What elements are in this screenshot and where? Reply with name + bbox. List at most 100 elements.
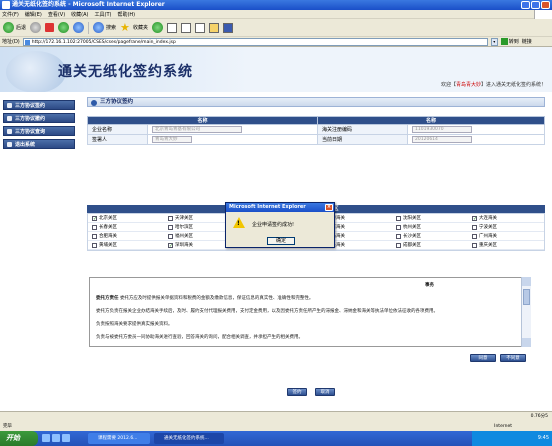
mail-button[interactable] <box>167 22 178 33</box>
window-title: 通关无纸化签约系统 - Microsoft Internet Explorer <box>12 1 165 8</box>
customs-label: 宁波关区 <box>479 225 497 230</box>
scroll-down-button[interactable] <box>522 338 531 347</box>
customs-option[interactable]: 长沙关区 <box>392 232 468 241</box>
customs-option[interactable]: 杭州关区 <box>392 223 468 232</box>
date-field[interactable]: 20120614 <box>412 136 472 143</box>
menu-file[interactable]: 文件(F) <box>2 11 19 18</box>
close-button[interactable] <box>541 1 550 9</box>
menu-view[interactable]: 查看(V) <box>48 11 65 18</box>
history-icon <box>152 22 164 33</box>
customs-checkbox[interactable] <box>396 242 401 248</box>
menu-tools[interactable]: 工具(T) <box>95 11 112 18</box>
refresh-button[interactable] <box>58 22 70 33</box>
disagree-button[interactable]: 不同意 <box>500 354 526 362</box>
task-button-active[interactable]: 通关无纸化签约系统... <box>154 433 224 444</box>
customs-checkbox[interactable] <box>472 242 477 248</box>
welcome-text: 欢迎【青岛青大妙】进入通关无纸化签约系统！ <box>441 81 546 88</box>
sidebar-item-query[interactable]: 三方协议查询 <box>3 126 75 136</box>
back-label: 后退 <box>16 25 27 31</box>
customs-option[interactable]: ✓ 北京关区 <box>88 214 164 223</box>
window-titlebar[interactable]: 通关无纸化签约系统 - Microsoft Internet Explorer <box>0 0 552 10</box>
customs-checkbox[interactable] <box>396 224 401 230</box>
customs-option[interactable]: 成都关区 <box>392 241 468 250</box>
customs-label: 黄埔关区 <box>99 243 117 248</box>
folder-button[interactable] <box>209 22 220 33</box>
customs-checkbox[interactable] <box>92 242 97 248</box>
sidebar-item-logout[interactable]: 退出系统 <box>3 139 75 149</box>
customs-option[interactable]: 长春关区 <box>88 223 164 232</box>
sign-button[interactable]: 签约 <box>287 388 307 396</box>
menu-help[interactable]: 帮助(H) <box>117 11 135 18</box>
customs-option[interactable]: 合肥海关 <box>88 232 164 241</box>
forward-button[interactable] <box>30 22 42 33</box>
search-button[interactable]: 搜索 <box>93 22 116 33</box>
customs-checkbox[interactable] <box>92 233 97 239</box>
table-header: 名称 <box>317 116 545 125</box>
window-controls <box>521 1 550 9</box>
signer-field[interactable]: 青岛青大妙 <box>152 136 192 143</box>
terms-text: 委托方应及时提供报关单据资料和税费的金额及缴款信息，保证信息的真实性、准确性和完… <box>119 296 314 301</box>
address-input[interactable]: http://172.16.1.102:27005/CSES/cses/page… <box>22 37 488 46</box>
sidebar-item-label: 退出系统 <box>15 142 36 148</box>
quick-launch-ie-icon[interactable] <box>42 434 50 442</box>
minimize-button[interactable] <box>521 1 530 9</box>
menu-edit[interactable]: 编辑(E) <box>25 11 42 18</box>
table-header: 名称 <box>87 116 318 125</box>
customs-checkbox[interactable] <box>396 215 401 221</box>
dialog-ok-button[interactable]: 确定 <box>267 237 295 245</box>
agree-button[interactable]: 同意 <box>470 354 496 362</box>
edit-button[interactable] <box>195 22 206 33</box>
sidebar-item-sign[interactable]: 三方协议签约 <box>3 100 75 110</box>
customs-option[interactable]: 黄埔关区 <box>88 241 164 250</box>
links-label[interactable]: 链接 <box>522 38 532 45</box>
terms-box[interactable]: 事务 委托方责任 委托方应及时提供报关单据资料和税费的金额及缴款信息，保证信息的… <box>89 277 531 347</box>
customs-checkbox[interactable]: ✓ <box>92 215 97 221</box>
print-icon <box>181 22 192 33</box>
sidebar-item-revoke[interactable]: 三方协议撤约 <box>3 113 75 123</box>
messenger-button[interactable] <box>223 22 234 33</box>
company-name-field[interactable]: 北京青岛青基有限公司 <box>152 126 242 133</box>
customs-checkbox[interactable]: ✓ <box>472 215 477 221</box>
customs-option[interactable]: ✓ 大连海关 <box>468 214 544 223</box>
customs-option[interactable]: 沈阳关区 <box>392 214 468 223</box>
maximize-button[interactable] <box>531 1 540 9</box>
menu-favorites[interactable]: 收藏(A) <box>71 11 88 18</box>
menu-bar: 文件(F) 编辑(E) 查看(V) 收藏(A) 工具(T) 帮助(H) <box>0 10 552 19</box>
customs-option[interactable]: 重庆关区 <box>468 241 544 250</box>
terms-scrollbar[interactable] <box>521 277 531 347</box>
dialog-titlebar[interactable]: Microsoft Internet Explorer × <box>226 203 334 212</box>
scroll-thumb[interactable] <box>523 289 530 305</box>
customs-checkbox[interactable] <box>396 233 401 239</box>
print-button[interactable] <box>181 22 192 33</box>
address-dropdown-button[interactable]: ▾ <box>490 37 498 46</box>
customs-checkbox[interactable]: ✓ <box>168 242 173 248</box>
cancel-button[interactable]: 取消 <box>315 388 335 396</box>
quick-launch-media-icon[interactable] <box>62 434 70 442</box>
customs-option[interactable]: 宁波关区 <box>468 223 544 232</box>
alert-dialog: Microsoft Internet Explorer × ! 企业申请签约成功… <box>225 202 335 248</box>
customs-checkbox[interactable] <box>92 224 97 230</box>
customs-code-field[interactable]: 1101930070 <box>412 126 472 133</box>
back-button[interactable]: 后退 <box>3 22 26 33</box>
history-button[interactable] <box>152 22 164 33</box>
customs-label: 北京关区 <box>99 216 117 221</box>
task-button[interactable]: 课程需要 2012.6... <box>88 433 150 444</box>
customs-option[interactable]: 广州海关 <box>468 232 544 241</box>
customs-checkbox[interactable] <box>168 233 173 239</box>
go-button[interactable]: 转到 <box>500 38 519 45</box>
dialog-close-button[interactable]: × <box>325 204 333 211</box>
scroll-up-button[interactable] <box>522 277 531 286</box>
favorites-button[interactable]: ★ 收藏夹 <box>120 22 148 33</box>
customs-checkbox[interactable] <box>168 215 173 221</box>
home-button[interactable] <box>73 22 85 33</box>
customs-checkbox[interactable] <box>472 224 477 230</box>
quick-launch-desktop-icon[interactable] <box>52 434 60 442</box>
folder-icon <box>209 22 220 33</box>
customs-checkbox[interactable] <box>472 233 477 239</box>
stop-button[interactable] <box>45 23 55 32</box>
forward-arrow-icon <box>30 22 42 33</box>
start-button[interactable]: 开始 <box>0 431 38 446</box>
zoom-level[interactable]: 0.76分5 <box>531 412 548 422</box>
status-bar: 0.76分5 完毕 Internet <box>0 411 552 431</box>
customs-checkbox[interactable] <box>168 224 173 230</box>
